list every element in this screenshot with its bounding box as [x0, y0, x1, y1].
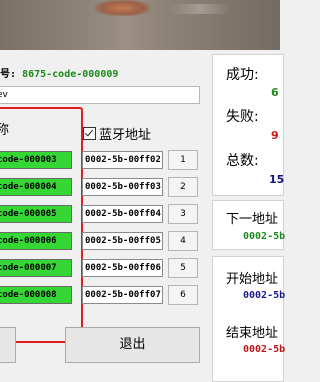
bluetooth-address-checkbox-row[interactable]: 蓝牙地址	[83, 124, 151, 143]
fail-label: 失败:	[226, 109, 259, 125]
mac-field-3[interactable]: 0002-5b-00ff04	[82, 205, 163, 223]
code-field-1[interactable]: code-000003	[0, 151, 72, 169]
mac-field-6[interactable]: 0002-5b-00ff07	[82, 286, 163, 304]
app-window: 号: 8675-code-000009 ev 称 蓝牙地址 code-00000…	[0, 50, 285, 382]
name-input-value: ev	[0, 90, 8, 100]
success-count: 6	[271, 86, 279, 99]
row-button-4[interactable]: 4	[168, 231, 198, 251]
bluetooth-address-label: 蓝牙地址	[99, 128, 152, 143]
next-address-title: 下一地址	[226, 212, 279, 227]
device-code-value: 8675-code-000009	[22, 69, 119, 80]
photo-object	[95, 0, 150, 16]
photo-glare	[170, 4, 230, 14]
mac-field-5[interactable]: 0002-5b-00ff06	[82, 259, 163, 277]
code-field-2[interactable]: code-000004	[0, 178, 72, 196]
fail-count: 9	[271, 129, 279, 142]
row-button-1[interactable]: 1	[168, 150, 198, 170]
next-address-value: 0002-5b	[243, 231, 286, 242]
code-field-4[interactable]: code-000006	[0, 232, 72, 250]
background-photo	[0, 0, 280, 50]
end-address-value: 0002-5b	[243, 344, 286, 355]
code-field-6[interactable]: code-000008	[0, 286, 72, 304]
row-button-6[interactable]: 6	[168, 285, 198, 305]
row-button-5[interactable]: 5	[168, 258, 198, 278]
name-input[interactable]: ev	[0, 86, 200, 104]
device-list-highlight	[0, 107, 83, 343]
start-address-value: 0002-5b	[243, 290, 286, 301]
end-address-title: 结束地址	[226, 326, 279, 341]
row-button-3[interactable]: 3	[168, 204, 198, 224]
success-label: 成功:	[226, 67, 259, 83]
total-label: 总数:	[226, 153, 259, 169]
total-count: 15	[269, 173, 285, 186]
bluetooth-address-checkbox[interactable]	[83, 127, 96, 140]
start-address-title: 开始地址	[226, 272, 279, 287]
mac-field-4[interactable]: 0002-5b-00ff05	[82, 232, 163, 250]
device-code-label: 号: 8675-code-000009	[0, 69, 119, 80]
name-column-title: 称	[0, 123, 10, 138]
start-button[interactable]	[0, 327, 16, 363]
mac-field-2[interactable]: 0002-5b-00ff03	[82, 178, 163, 196]
code-field-3[interactable]: code-000005	[0, 205, 72, 223]
exit-button[interactable]: 退出	[65, 327, 200, 363]
row-button-2[interactable]: 2	[168, 177, 198, 197]
mac-field-1[interactable]: 0002-5b-00ff02	[82, 151, 163, 169]
code-field-5[interactable]: code-000007	[0, 259, 72, 277]
